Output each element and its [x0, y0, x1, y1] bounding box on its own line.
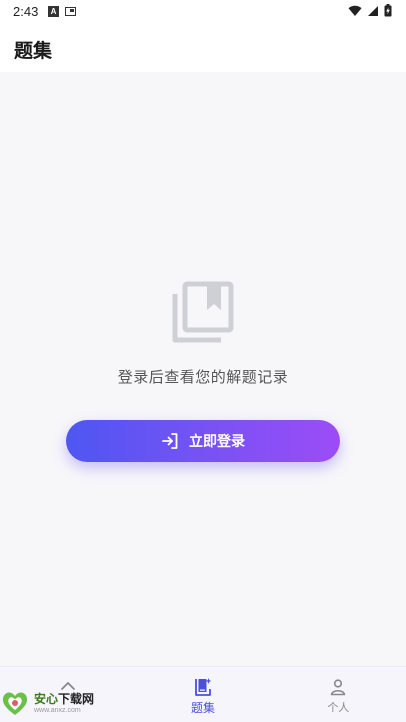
- login-arrow-icon: [162, 433, 178, 449]
- wifi-icon: [348, 5, 362, 16]
- login-button-label: 立即登录: [189, 433, 245, 449]
- page-title: 题集: [14, 40, 53, 62]
- status-time: 2:43: [13, 4, 39, 19]
- nav-item-question-sets[interactable]: 题集: [135, 667, 270, 722]
- notification-a-icon: A: [48, 6, 59, 17]
- nav-label-question-sets: 题集: [190, 701, 215, 715]
- book-sparkle-icon: [195, 678, 212, 696]
- watermark-url: www.anxz.com: [34, 706, 81, 714]
- empty-state: 登录后查看您的解题记录: [0, 280, 406, 387]
- notification-card-icon: [65, 7, 76, 16]
- nav-item-profile[interactable]: 个人: [271, 667, 406, 722]
- watermark-heart-logo: [2, 692, 28, 715]
- login-button[interactable]: 立即登录: [66, 420, 340, 462]
- status-system-icons: [348, 4, 392, 17]
- watermark: 安心下载网 www.anxz.com: [0, 686, 104, 720]
- status-notification-icons: A: [48, 6, 76, 17]
- status-bar: 2:43 A: [0, 0, 406, 24]
- person-icon: [331, 679, 346, 696]
- empty-message: 登录后查看您的解题记录: [117, 368, 289, 386]
- watermark-title: 安心下载网: [34, 691, 95, 706]
- library-bookmark-icon: [172, 281, 234, 343]
- watermark-text: 安心下载网 www.anxz.com: [34, 692, 94, 715]
- signal-icon: [368, 5, 378, 16]
- app-header: 题集: [0, 24, 406, 72]
- battery-icon: [384, 4, 392, 17]
- nav-label-profile: 个人: [327, 701, 350, 714]
